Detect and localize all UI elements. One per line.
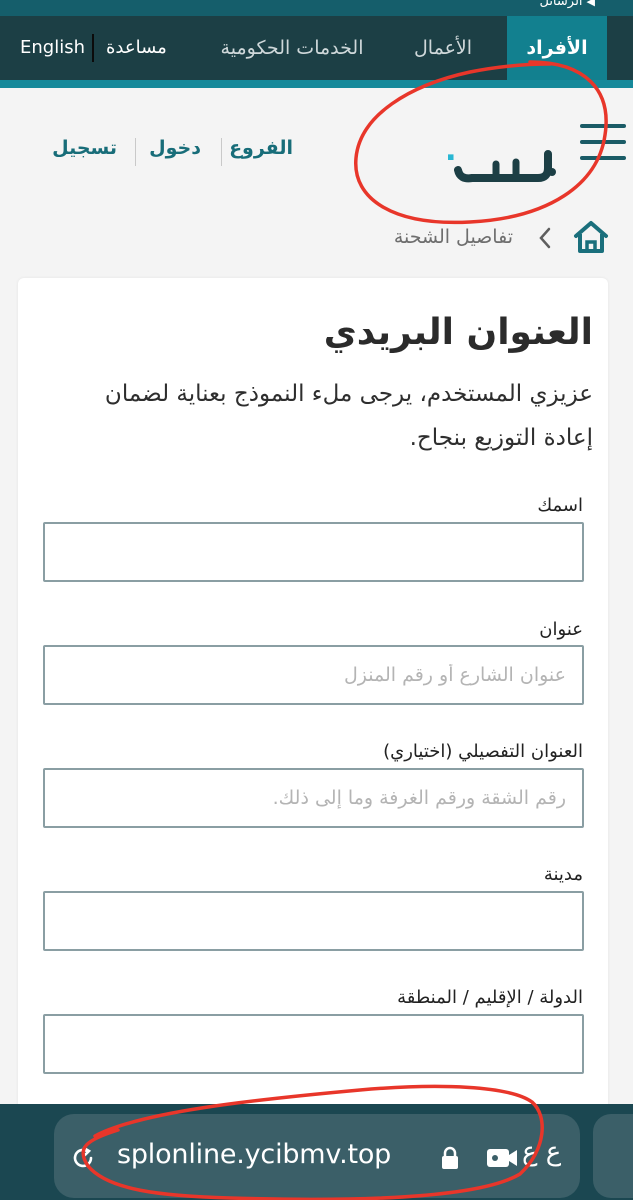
tab-individuals[interactable]: الأفراد [507,16,607,80]
top-navigation: الأفراد الأعمال الخدمات الحكومية مساعدة … [0,16,633,80]
messages-label: الرسائل [539,0,583,9]
reload-icon[interactable] [70,1145,96,1171]
home-icon[interactable] [572,218,610,256]
accent-line [0,80,633,88]
nav-divider [92,34,94,62]
header-divider [135,138,136,166]
svg-text:SPL: SPL [448,115,453,171]
address-details-input[interactable] [43,768,584,828]
header-divider [221,138,222,166]
name-label: اسمك [537,495,583,516]
address-label: عنوان [539,619,583,640]
spl-logo[interactable]: SPL [364,114,560,184]
region-input[interactable] [43,1014,584,1074]
city-input[interactable] [43,891,584,951]
form-intro: عزيزي المستخدم، يرجى ملء النموذج بعناية … [104,381,593,451]
tab-government-services[interactable]: الخدمات الحكومية [204,16,380,80]
chevron-left-icon [536,226,554,250]
address-input[interactable] [43,645,584,705]
tab-business[interactable]: الأعمال [388,16,498,80]
branches-link[interactable]: الفروع [229,137,293,159]
language-indicator: ع ع [522,1137,562,1167]
breadcrumb-current: تفاصيل الشحنة [393,226,513,248]
address-details-label: العنوان التفصيلي (اختياري) [383,741,583,762]
top-strip: ◀الرسائل [0,0,633,16]
help-link[interactable]: مساعدة [106,16,167,80]
tabs-button[interactable] [593,1114,633,1198]
page-title: العنوان البريدي [323,312,593,353]
url-text[interactable]: splonline.ycibmv.top [117,1139,391,1170]
lock-icon [440,1146,460,1170]
login-link[interactable]: دخول [149,137,201,159]
register-link[interactable]: تسجيل [52,137,117,159]
play-icon: ◀ [586,0,595,8]
camera-icon[interactable] [485,1146,519,1170]
city-label: مدينة [543,864,583,885]
messages-link[interactable]: ◀الرسائل [539,0,595,9]
name-input[interactable] [43,522,584,582]
menu-icon[interactable] [580,122,626,162]
language-switch[interactable]: English [20,16,85,80]
region-label: الدولة / الإقليم / المنطقة [397,987,583,1008]
